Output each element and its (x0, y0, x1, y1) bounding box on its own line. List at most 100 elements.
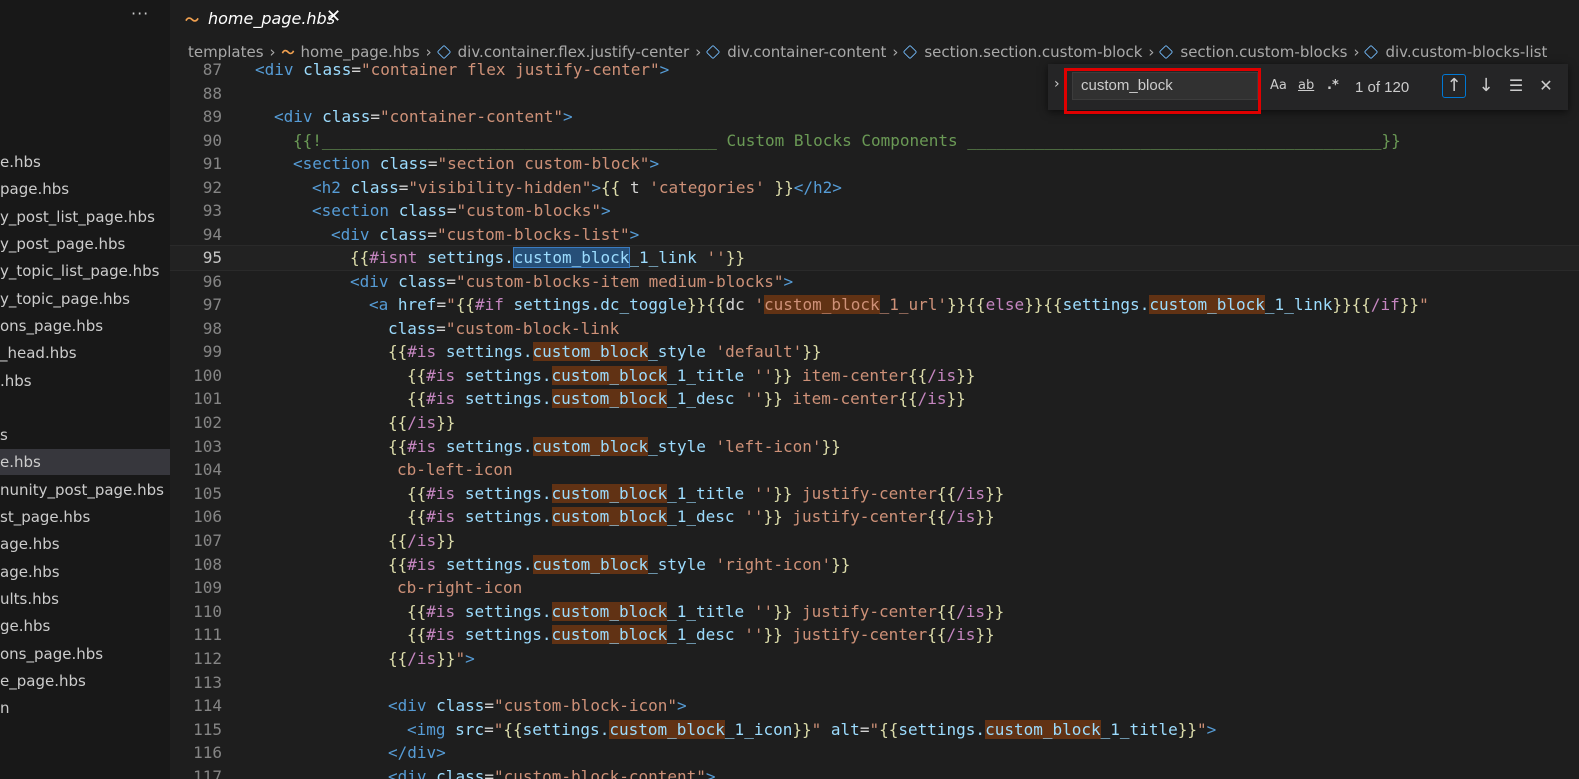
file-item[interactable]: ons_page.hbs (0, 313, 170, 339)
tab-label: home_page.hbs (208, 9, 336, 28)
line-number: 98 (202, 319, 222, 338)
line-number: 114 (193, 696, 222, 715)
code-line[interactable]: <div class="custom-blocks-item medium-bl… (350, 270, 793, 294)
folder-item[interactable]: s (0, 422, 170, 448)
code-line[interactable]: <img src="{{settings.custom_block_1_icon… (407, 718, 1216, 742)
code-line[interactable]: {{/is}}"> (388, 647, 475, 671)
file-item[interactable]: e.hbs (0, 149, 170, 175)
code-line[interactable]: {{#is settings.custom_block_1_desc ''}} … (407, 623, 995, 647)
line-number: 87 (202, 62, 222, 79)
file-item[interactable] (0, 395, 170, 421)
code-line[interactable]: {{#is settings.custom_block_1_title ''}}… (407, 482, 1004, 506)
code-line[interactable]: {{#is settings.custom_block_style 'left-… (388, 435, 841, 459)
code-line[interactable]: {{#is settings.custom_block_1_title ''}}… (407, 600, 1004, 624)
file-item[interactable]: st_page.hbs (0, 504, 170, 530)
handlebars-file-icon: 〜 (281, 46, 295, 61)
file-item[interactable]: y_topic_list_page.hbs (0, 258, 170, 284)
breadcrumb-item[interactable]: div.container.flex.justify-center (458, 43, 690, 61)
line-number: 91 (202, 154, 222, 173)
file-item[interactable]: _head.hbs (0, 340, 170, 366)
whole-word-icon[interactable]: ab (1298, 78, 1314, 93)
breadcrumb-item[interactable]: section.custom-blocks (1180, 43, 1347, 61)
file-item[interactable]: y_post_page.hbs (0, 231, 170, 257)
file-item[interactable]: n (0, 695, 170, 721)
breadcrumb-item[interactable]: div.custom-blocks-list (1385, 43, 1547, 61)
code-line[interactable]: class="custom-block-link (388, 317, 619, 341)
match-count: 1 of 120 (1355, 79, 1410, 96)
code-line[interactable]: <div class="custom-block-content"> (388, 765, 716, 779)
line-number: 93 (202, 201, 222, 220)
tab-home-page[interactable]: 〜 home_page.hbs ✕ (170, 0, 352, 37)
code-line[interactable]: <div class="container-content"> (274, 105, 573, 129)
find-input-value: custom_block (1081, 77, 1173, 94)
cube-icon (1364, 44, 1379, 59)
code-line[interactable]: </div> (388, 741, 446, 765)
code-line[interactable]: {{#is settings.custom_block_1_title ''}}… (407, 364, 975, 388)
file-item[interactable]: ge.hbs (0, 613, 170, 639)
file-item[interactable]: page.hbs (0, 176, 170, 202)
cube-icon (903, 44, 918, 59)
line-number: 116 (193, 743, 222, 762)
code-line[interactable]: {{#is settings.custom_block_1_desc ''}} … (407, 505, 995, 529)
previous-match-icon[interactable]: ↑ (1442, 74, 1466, 98)
line-number: 112 (193, 649, 222, 668)
code-line[interactable]: <h2 class="visibility-hidden">{{ t 'cate… (312, 176, 842, 200)
breadcrumb-item[interactable]: section.section.custom-block (924, 43, 1142, 61)
chevron-right-icon: › (425, 42, 432, 61)
code-line[interactable]: {{#isnt settings.custom_block_1_link ''}… (350, 246, 745, 270)
code-line[interactable]: <div class="custom-blocks-list"> (331, 223, 639, 247)
find-input[interactable]: custom_block (1072, 72, 1258, 100)
line-number: 111 (193, 625, 222, 644)
breadcrumb-item[interactable]: home_page.hbs (301, 43, 420, 61)
tab-bar: 〜 home_page.hbs ✕ (170, 0, 1579, 37)
line-number: 117 (193, 767, 222, 779)
file-item[interactable]: .hbs (0, 368, 170, 394)
next-match-icon[interactable]: ↓ (1475, 75, 1497, 97)
file-item[interactable]: y_topic_page.hbs (0, 286, 170, 312)
file-item[interactable]: age.hbs (0, 559, 170, 585)
regex-icon[interactable]: .* (1327, 78, 1339, 93)
close-icon[interactable]: ✕ (326, 6, 341, 27)
code-editor[interactable]: 87 <div class="container flex justify-cen… (170, 62, 1579, 779)
file-item[interactable]: nunity_post_page.hbs (0, 477, 170, 503)
code-line[interactable]: <div class="custom-block-icon"> (388, 694, 687, 718)
chevron-right-icon: › (1148, 42, 1155, 61)
file-item[interactable]: ults.hbs (0, 586, 170, 612)
line-number: 113 (193, 673, 222, 692)
line-number: 115 (193, 720, 222, 739)
close-icon[interactable]: ✕ (1535, 75, 1557, 97)
breadcrumb-item[interactable]: templates (188, 43, 264, 61)
breadcrumb-item[interactable]: div.container-content (727, 43, 886, 61)
match-case-icon[interactable]: Aa (1270, 78, 1287, 93)
line-number: 104 (193, 460, 222, 479)
file-item[interactable]: ons_page.hbs (0, 641, 170, 667)
chevron-right-icon[interactable]: › (1054, 76, 1060, 92)
file-item[interactable]: y_post_list_page.hbs (0, 204, 170, 230)
code-line[interactable]: {{#is settings.custom_block_1_desc ''}} … (407, 387, 966, 411)
code-line[interactable]: <div class="container flex justify-cente… (255, 62, 669, 82)
line-number: 102 (193, 413, 222, 432)
find-widget: › custom_block Aa ab .* 1 of 120 ↑ ↓ ☰ ✕ (1048, 64, 1568, 114)
chevron-right-icon: › (892, 42, 899, 61)
file-item[interactable]: age.hbs (0, 531, 170, 557)
code-line[interactable]: {{#is settings.custom_block_style 'defau… (388, 340, 822, 364)
code-line[interactable]: <section class="section custom-block"> (293, 152, 659, 176)
more-actions-icon[interactable]: ··· (131, 4, 149, 23)
breadcrumb: templates › 〜 home_page.hbs › div.container.f… (188, 42, 1547, 64)
line-number: 99 (202, 342, 222, 361)
code-line[interactable]: <a href="{{#if settings.dc_toggle}}{{dc … (369, 293, 1429, 317)
handlebars-file-icon: 〜 (185, 13, 199, 29)
code-line[interactable]: {{#is settings.custom_block_style 'right… (388, 553, 850, 577)
code-line[interactable]: {{/is}} (388, 529, 455, 553)
code-line[interactable]: cb-left-icon (397, 458, 513, 482)
line-number: 101 (193, 389, 222, 408)
find-in-selection-icon[interactable]: ☰ (1505, 75, 1527, 97)
code-line[interactable]: {{/is}} (388, 411, 455, 435)
code-line[interactable]: {{!_____________________________________… (293, 129, 1401, 153)
file-item[interactable]: e_page.hbs (0, 668, 170, 694)
cube-icon (705, 44, 721, 59)
line-number: 89 (202, 107, 222, 126)
code-line[interactable]: <section class="custom-blocks"> (312, 199, 611, 223)
file-item-active[interactable]: e.hbs (0, 449, 170, 475)
code-line[interactable]: cb-right-icon (397, 576, 522, 600)
